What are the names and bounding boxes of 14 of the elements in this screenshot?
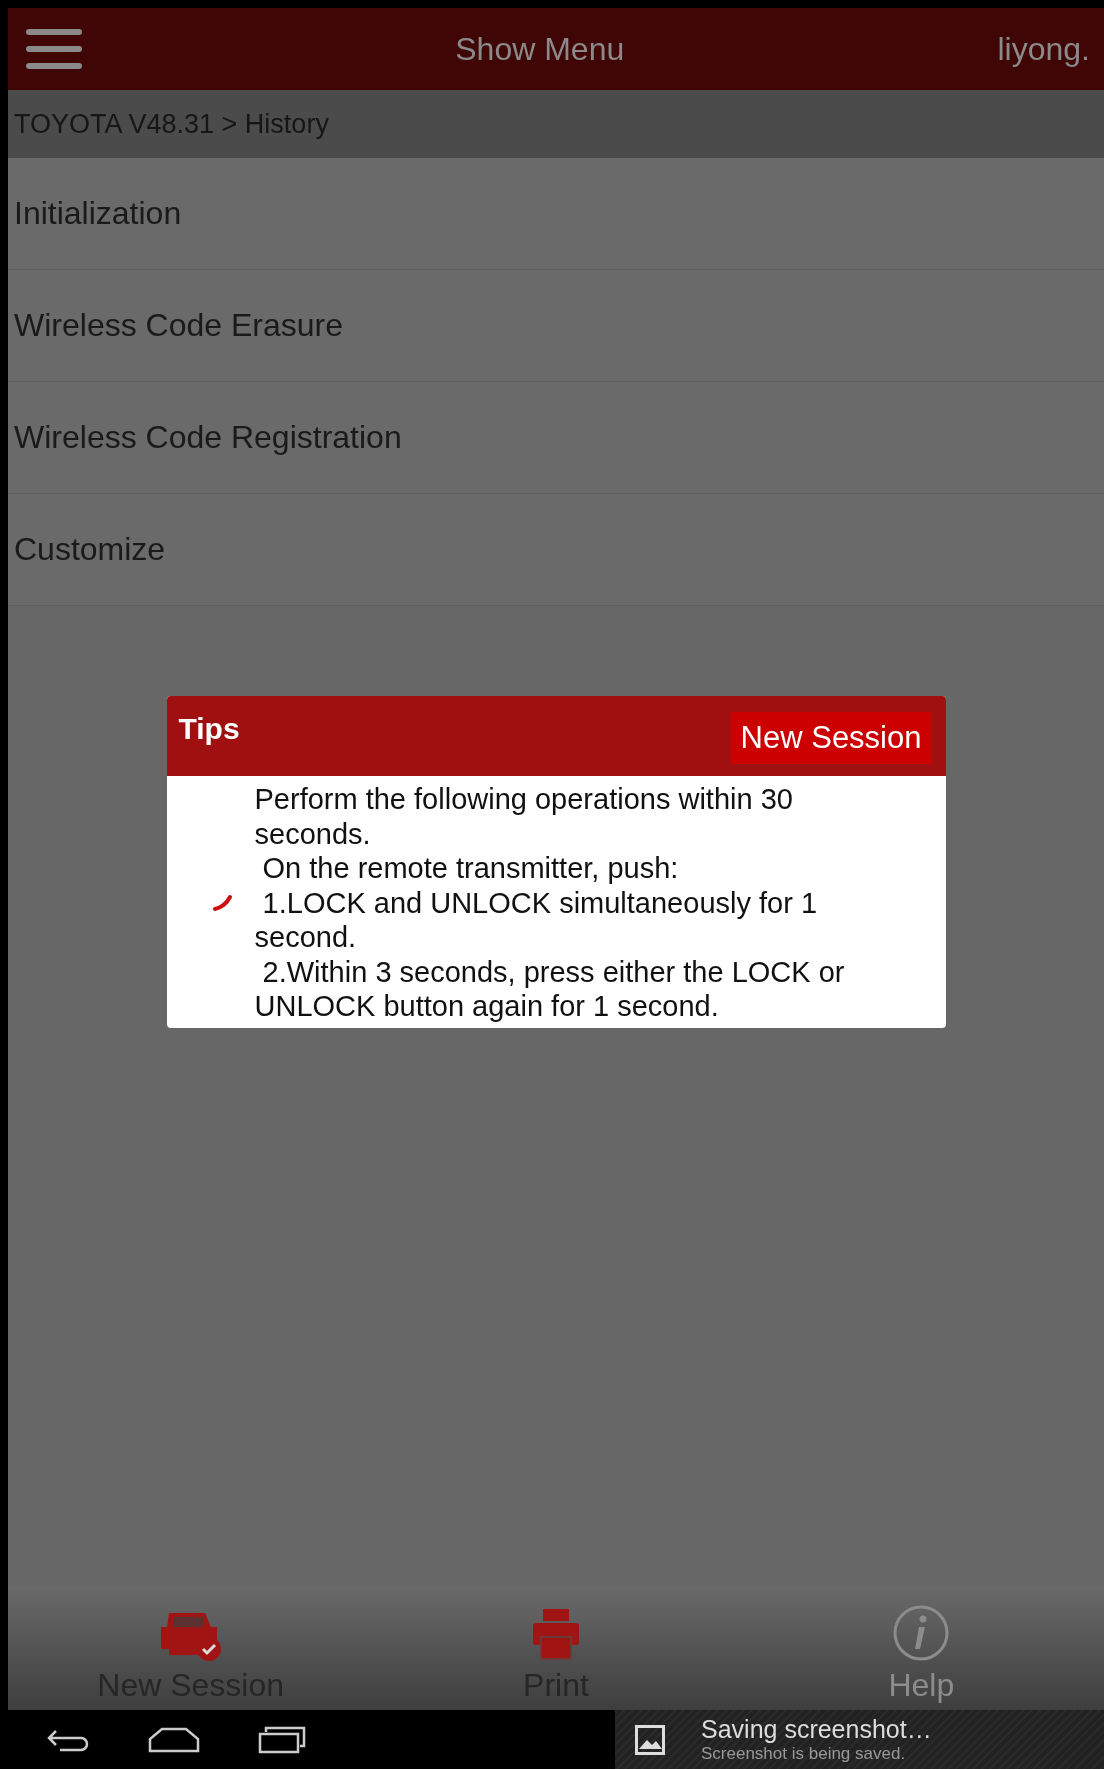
menu-icon[interactable] (26, 29, 82, 69)
home-icon[interactable] (148, 1726, 200, 1753)
user-name: liyong. (997, 30, 1090, 68)
instruction-text: Perform the following operations within 30 seconds. On the remote transmitter, push: 1.LOCK and UNLOCK simultaneously for 1 second. 2.Within 3 seconds, press either the LOCK or UNLOCK button again for 1 second. (254, 782, 846, 1024)
show-menu-title[interactable]: Show Menu (82, 30, 998, 68)
image-icon (635, 1724, 665, 1755)
new-session-button[interactable]: New Session (730, 712, 932, 764)
dialog-title: Tips (178, 712, 240, 746)
printer-icon (531, 1607, 581, 1661)
info-icon (893, 1605, 950, 1661)
notification-text: Screenshot is being saved. (701, 1744, 907, 1764)
recent-apps-icon[interactable] (258, 1725, 306, 1754)
notification-title: Saving screenshot… (701, 1715, 932, 1744)
spinner-icon (212, 893, 233, 912)
